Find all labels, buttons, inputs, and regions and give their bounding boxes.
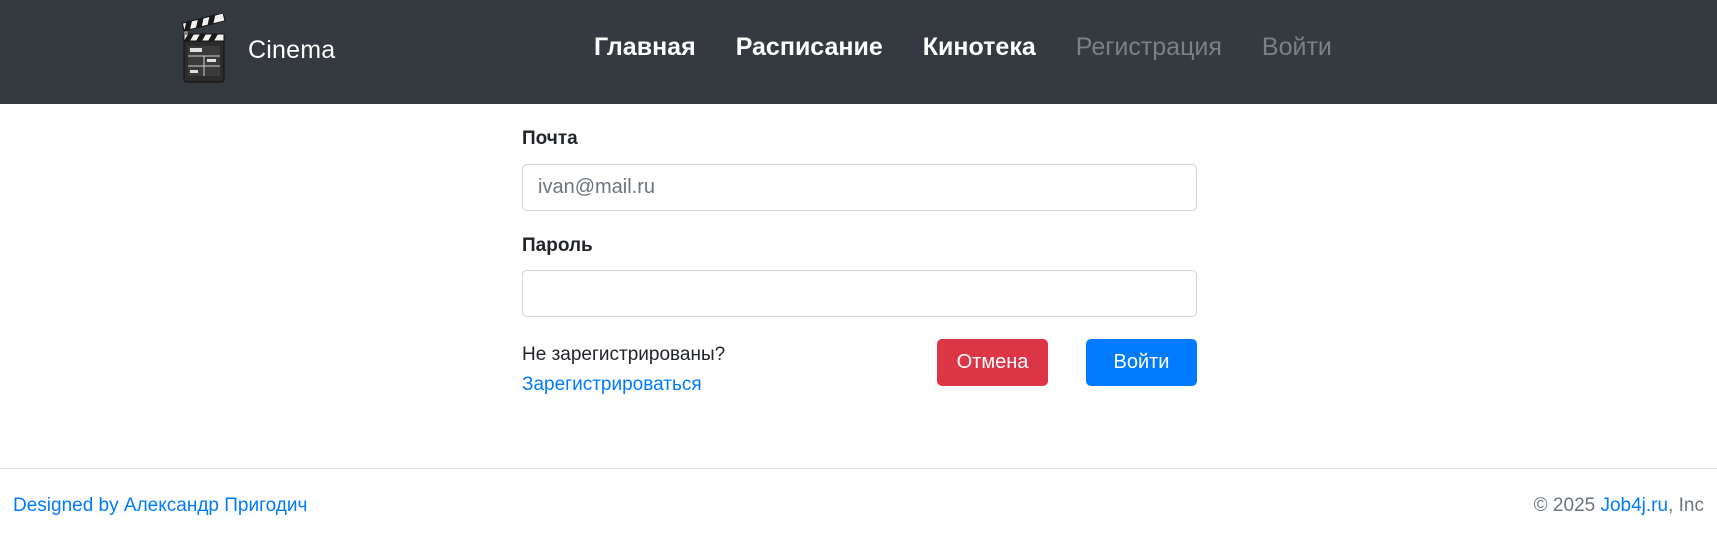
footer-divider: [0, 468, 1717, 469]
email-label: Почта: [522, 128, 578, 149]
password-field[interactable]: [522, 270, 1197, 317]
brand-name: Cinema: [248, 35, 336, 64]
nav-link-registration[interactable]: Регистрация: [1076, 30, 1222, 64]
clapperboard-icon: [181, 14, 226, 83]
nav-link-schedule[interactable]: Расписание: [736, 30, 883, 64]
copyright: © 2025 Job4j.ru, Inc: [1534, 495, 1704, 517]
top-navbar: Cinema Главная Расписание Кинотека Регис…: [0, 0, 1717, 104]
company-link[interactable]: Job4j.ru: [1600, 495, 1668, 516]
login-button[interactable]: Войти: [1086, 339, 1197, 386]
register-link[interactable]: Зарегистрироваться: [522, 374, 702, 396]
email-field[interactable]: [522, 164, 1197, 211]
copyright-suffix: , Inc: [1668, 495, 1704, 516]
nav-link-login[interactable]: Войти: [1262, 30, 1332, 64]
copyright-prefix: © 2025: [1533, 495, 1596, 516]
designer-credit-link[interactable]: Designed by Александр Пригодич: [13, 495, 307, 517]
not-registered-text: Не зарегистрированы?: [522, 344, 726, 365]
nav-link-film-library[interactable]: Кинотека: [923, 30, 1036, 64]
main-nav: Главная Расписание Кинотека Регистрация …: [594, 30, 1372, 64]
brand-link[interactable]: Cinema: [178, 14, 335, 86]
cancel-button[interactable]: Отмена: [937, 339, 1048, 386]
password-label: Пароль: [522, 235, 593, 256]
nav-link-home[interactable]: Главная: [594, 30, 696, 64]
